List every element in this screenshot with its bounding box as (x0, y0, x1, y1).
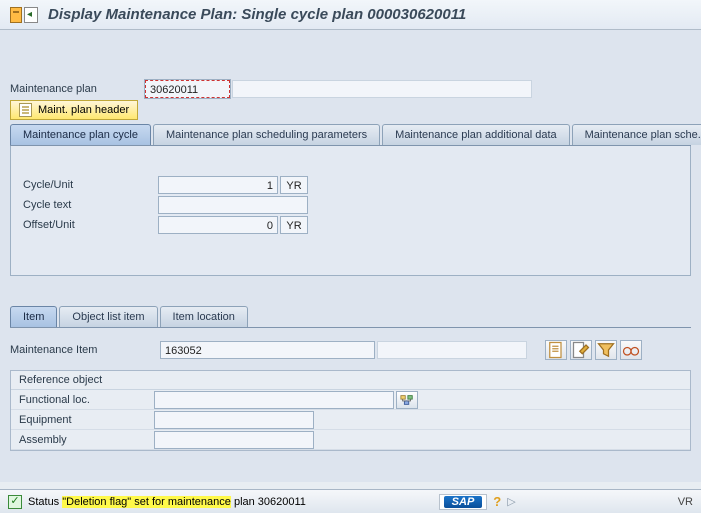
filter-button[interactable] (595, 340, 617, 360)
subtab-object-list[interactable]: Object list item (59, 306, 157, 327)
plan-label: Maintenance plan (10, 83, 145, 95)
tab-cycle[interactable]: Maintenance plan cycle (10, 124, 151, 145)
tab-sched-params[interactable]: Maintenance plan scheduling parameters (153, 124, 380, 145)
glasses-button[interactable] (620, 340, 642, 360)
cycle-text-label: Cycle text (23, 199, 158, 211)
cycle-value-input[interactable]: 1 (158, 176, 278, 194)
app-icons (10, 7, 38, 23)
status-highlight: "Deletion flag" set for maintenance (62, 496, 231, 508)
create-item-button[interactable] (545, 340, 567, 360)
offset-value-input[interactable]: 0 (158, 216, 278, 234)
assembly-input[interactable] (154, 431, 314, 449)
sub-tabstrip: Item Object list item Item location (10, 306, 691, 328)
equipment-label: Equipment (19, 414, 154, 426)
func-loc-input[interactable] (154, 391, 394, 409)
offset-unit-input[interactable]: YR (280, 216, 308, 234)
maintenance-item-label: Maintenance Item (10, 344, 160, 356)
task-list-icon (10, 7, 22, 23)
help-icon[interactable]: ? (493, 494, 501, 509)
reference-object-title: Reference object (11, 371, 690, 390)
reference-object-body: Functional loc. Equipment (11, 390, 690, 450)
maintenance-item-row: Maintenance Item 163052 (10, 340, 691, 360)
status-suffix: plan 30620011 (231, 496, 306, 508)
page-title: Display Maintenance Plan: Single cycle p… (48, 6, 466, 23)
func-loc-row: Functional loc. (11, 390, 690, 410)
workarea: Maintenance plan 30620011 Maint. plan he… (0, 30, 701, 482)
assembly-row: Assembly (11, 430, 690, 450)
maintenance-item-input[interactable]: 163052 (160, 341, 375, 359)
plan-input[interactable]: 30620011 (145, 80, 230, 98)
offset-row: Offset/Unit 0 YR (23, 216, 678, 234)
cycle-text-input[interactable] (158, 196, 308, 214)
reference-object-group: Reference object Functional loc. (10, 370, 691, 451)
nav-back-icon[interactable] (24, 7, 38, 23)
offset-label: Offset/Unit (23, 219, 158, 231)
status-text: Status "Deletion flag" set for maintenan… (28, 496, 306, 508)
pencil-page-icon (571, 340, 591, 360)
func-loc-picker-button[interactable] (396, 391, 418, 409)
tab-addl-data[interactable]: Maintenance plan additional data (382, 124, 569, 145)
plan-description-input[interactable] (232, 80, 532, 98)
structure-picker-icon (400, 394, 414, 406)
subtab-item-location[interactable]: Item location (160, 306, 248, 327)
change-item-button[interactable] (570, 340, 592, 360)
assembly-label: Assembly (19, 434, 154, 446)
status-right: VR (678, 496, 693, 508)
func-loc-label: Functional loc. (19, 394, 154, 406)
item-panel: Maintenance Item 163052 Reference object (10, 328, 691, 451)
equipment-input[interactable] (154, 411, 314, 429)
cycle-panel: Cycle/Unit 1 YR Cycle text Offset/Unit 0… (10, 146, 691, 276)
cycle-row: Cycle/Unit 1 YR (23, 176, 678, 194)
subtab-item[interactable]: Item (10, 306, 57, 327)
glasses-icon (621, 340, 641, 360)
status-ok-icon: ✓ (8, 495, 22, 509)
sap-logo: SAP (439, 494, 488, 510)
status-prefix: Status (28, 496, 62, 508)
cycle-label: Cycle/Unit (23, 179, 158, 191)
cycle-unit-input[interactable]: YR (280, 176, 308, 194)
filter-icon (596, 340, 616, 360)
maintenance-item-desc[interactable] (377, 341, 527, 359)
next-icon[interactable]: ▷ (507, 495, 515, 508)
status-bar: ✓ Status "Deletion flag" set for mainten… (0, 489, 701, 513)
title-bar: Display Maintenance Plan: Single cycle p… (0, 0, 701, 30)
equipment-row: Equipment (11, 410, 690, 430)
cycle-text-row: Cycle text (23, 196, 678, 214)
main-tabstrip: Maintenance plan cycle Maintenance plan … (10, 124, 691, 146)
document-icon (19, 103, 32, 117)
page-icon (546, 340, 566, 360)
item-toolbar (545, 340, 642, 360)
tab-sched-overflow[interactable]: Maintenance plan sche... (572, 124, 701, 145)
plan-header-label: Maint. plan header (38, 104, 129, 116)
plan-header-button[interactable]: Maint. plan header (10, 100, 138, 120)
plan-row: Maintenance plan 30620011 (10, 80, 691, 98)
